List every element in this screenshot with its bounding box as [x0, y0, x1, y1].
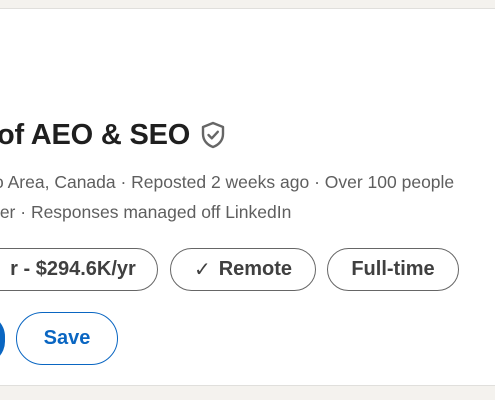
- apply-button[interactable]: [0, 314, 5, 364]
- remote-label: Remote: [218, 258, 293, 280]
- save-button[interactable]: Save: [16, 312, 118, 365]
- fulltime-label: Full-time: [351, 258, 435, 280]
- shield-check-icon: [200, 121, 226, 149]
- salary-pill[interactable]: r - $294.6K/yr: [0, 248, 158, 291]
- job-title-row: of AEO & SEO: [0, 117, 226, 153]
- job-details-card: of AEO & SEO o Area, Canada · Reposted 2…: [0, 8, 495, 386]
- job-meta-location-posted: o Area, Canada · Reposted 2 weeks ago · …: [0, 172, 455, 192]
- salary-label: r - $294.6K/yr: [10, 258, 136, 280]
- job-title: of AEO & SEO: [0, 119, 191, 151]
- remote-pill[interactable]: ✓ Remote: [170, 248, 316, 291]
- fulltime-pill[interactable]: Full-time: [327, 248, 459, 291]
- job-meta-responses: rer · Responses managed off LinkedIn: [0, 202, 292, 222]
- checkmark-icon: ✓: [193, 259, 211, 281]
